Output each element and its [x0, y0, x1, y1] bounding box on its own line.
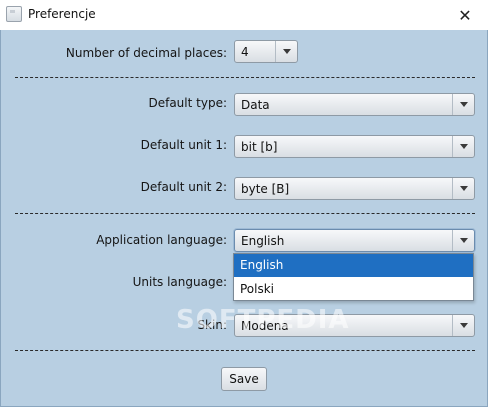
skin-label: Skin:: [197, 318, 227, 332]
default-unit-2-value: byte [B]: [241, 182, 290, 196]
chevron-down-icon[interactable]: [275, 41, 297, 62]
preferences-panel: Number of decimal places: 4 Default type…: [0, 30, 488, 407]
title-bar: Preferencje ✕: [0, 0, 488, 30]
default-unit-2-label: Default unit 2:: [140, 180, 227, 194]
chevron-down-icon[interactable]: [452, 136, 474, 157]
window-title: Preferencje: [28, 7, 96, 21]
separator: [15, 77, 475, 78]
chevron-down-icon[interactable]: [452, 94, 474, 115]
app-language-value: English: [241, 234, 285, 248]
decimal-places-label: Number of decimal places:: [65, 46, 227, 60]
chevron-down-icon[interactable]: [452, 230, 474, 251]
app-language-select[interactable]: English: [234, 229, 475, 252]
decimal-places-value: 4: [241, 45, 249, 59]
decimal-places-select[interactable]: 4: [234, 40, 298, 63]
dropdown-option-polski[interactable]: Polski: [234, 278, 473, 301]
chevron-down-icon[interactable]: [452, 178, 474, 199]
default-type-label: Default type:: [148, 96, 227, 110]
default-unit-1-select[interactable]: bit [b]: [234, 135, 475, 158]
default-type-select[interactable]: Data: [234, 93, 475, 116]
app-language-dropdown-list[interactable]: English Polski: [233, 253, 474, 301]
skin-select[interactable]: Modena: [234, 314, 475, 337]
dropdown-option-english[interactable]: English: [234, 254, 473, 277]
skin-value: Modena: [241, 319, 289, 333]
default-unit-1-value: bit [b]: [241, 140, 278, 154]
separator: [15, 213, 475, 214]
window-icon: [6, 6, 22, 22]
default-unit-1-label: Default unit 1:: [140, 138, 227, 152]
separator: [15, 350, 475, 351]
chevron-down-icon[interactable]: [452, 315, 474, 336]
app-language-label: Application language:: [96, 233, 227, 247]
save-button[interactable]: Save: [221, 367, 267, 391]
default-unit-2-select[interactable]: byte [B]: [234, 177, 475, 200]
units-language-label: Units language:: [132, 275, 227, 289]
default-type-value: Data: [241, 98, 270, 112]
close-icon[interactable]: ✕: [442, 0, 488, 30]
